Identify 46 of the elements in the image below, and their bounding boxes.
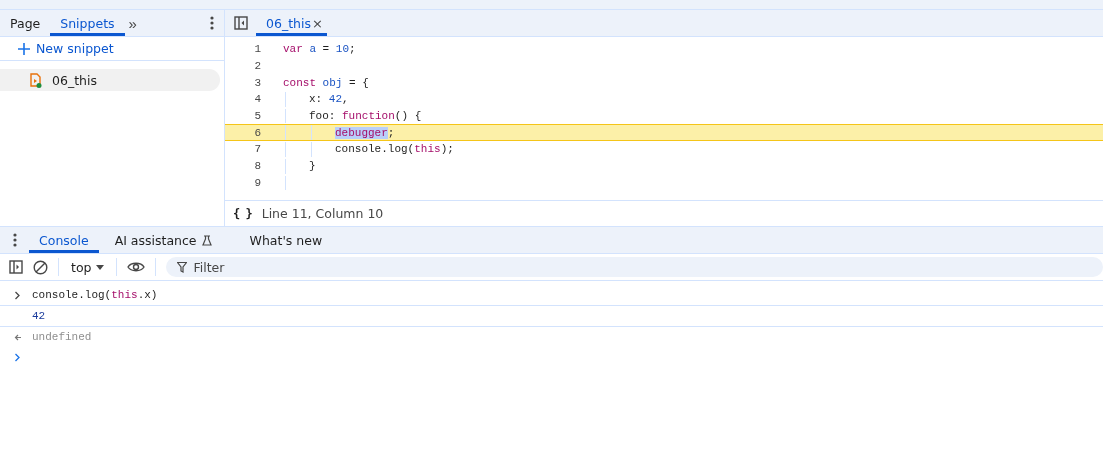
file-tab[interactable]: 06_this× bbox=[256, 10, 327, 36]
return-arrow-icon bbox=[13, 333, 22, 341]
caret-icon bbox=[96, 264, 105, 270]
code-line: debugger; bbox=[335, 126, 395, 139]
line-number: 4 bbox=[253, 93, 262, 106]
line-number: 9 bbox=[253, 176, 262, 189]
drawer-tab[interactable]: What's new bbox=[239, 227, 333, 253]
code-line: x: 42, bbox=[309, 93, 349, 106]
console-command: console.log(this.x) bbox=[32, 289, 158, 301]
console-output: 42 bbox=[32, 310, 46, 322]
navigator-tab[interactable]: Page bbox=[0, 10, 51, 36]
more-options-icon[interactable] bbox=[210, 16, 214, 30]
code-line: console.log(this); bbox=[335, 143, 454, 156]
close-icon[interactable]: × bbox=[311, 15, 323, 31]
drawer-tab[interactable]: AI assistance bbox=[104, 227, 222, 253]
code-line: const obj = { bbox=[283, 76, 369, 89]
line-number: 5 bbox=[253, 110, 262, 123]
line-number: 1 bbox=[253, 43, 262, 56]
new-snippet-button[interactable]: New snippet bbox=[0, 37, 224, 61]
more-options-icon[interactable] bbox=[13, 233, 17, 247]
sidebar-toggle-icon[interactable] bbox=[9, 260, 23, 274]
cursor-position: Line 11, Column 10 bbox=[261, 206, 384, 221]
code-line: foo: function() { bbox=[309, 110, 422, 123]
snippet-file-icon bbox=[30, 72, 42, 88]
line-number: 7 bbox=[253, 143, 262, 156]
return-value: undefined bbox=[32, 331, 92, 343]
prompt-icon[interactable] bbox=[13, 352, 22, 362]
clear-console-icon[interactable] bbox=[33, 259, 48, 275]
snippet-item[interactable]: 06_this bbox=[0, 69, 220, 91]
drawer-tab[interactable]: Console bbox=[29, 227, 99, 253]
filter-icon bbox=[177, 262, 188, 273]
chevron-right-icon bbox=[13, 290, 22, 300]
eye-icon[interactable] bbox=[127, 261, 146, 273]
context-dropdown[interactable]: top bbox=[69, 259, 107, 275]
filter-field[interactable]: Filter bbox=[166, 257, 1103, 277]
navigator-tab[interactable]: Snippets bbox=[50, 10, 125, 36]
line-number: 2 bbox=[253, 60, 262, 73]
line-number: 6 bbox=[253, 126, 262, 139]
more-tabs-button[interactable]: » bbox=[124, 10, 141, 36]
code-line: var a = 10; bbox=[283, 43, 356, 56]
pretty-print-button[interactable]: { } bbox=[233, 206, 252, 221]
line-number: 8 bbox=[253, 160, 262, 173]
toggle-sidebar-icon[interactable] bbox=[234, 16, 248, 30]
line-number: 3 bbox=[253, 76, 262, 89]
code-line: } bbox=[309, 160, 316, 173]
plus-icon bbox=[18, 42, 30, 55]
